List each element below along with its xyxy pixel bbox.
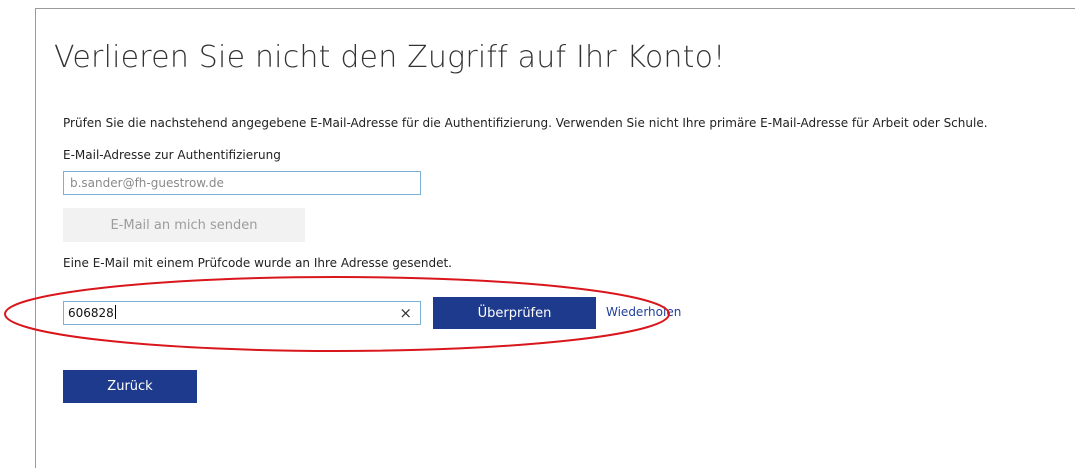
email-field-label: E-Mail-Adresse zur Authentifizierung (63, 148, 281, 162)
verification-code-input[interactable]: 606828 × (63, 301, 421, 325)
page-title: Verlieren Sie nicht den Zugriff auf Ihr … (54, 40, 726, 75)
verification-code-value: 606828 (68, 306, 114, 320)
verify-button[interactable]: Überprüfen (433, 297, 596, 329)
retry-link[interactable]: Wiederholen (606, 305, 681, 319)
text-caret (114, 305, 116, 319)
intro-text: Prüfen Sie die nachstehend angegebene E-… (63, 116, 988, 130)
clear-icon[interactable]: × (399, 302, 412, 324)
back-button[interactable]: Zurück (63, 370, 197, 403)
email-field[interactable]: b.sander@fh-guestrow.de (63, 171, 421, 195)
code-sent-message: Eine E-Mail mit einem Prüfcode wurde an … (63, 256, 452, 270)
send-email-button[interactable]: E-Mail an mich senden (63, 208, 305, 242)
